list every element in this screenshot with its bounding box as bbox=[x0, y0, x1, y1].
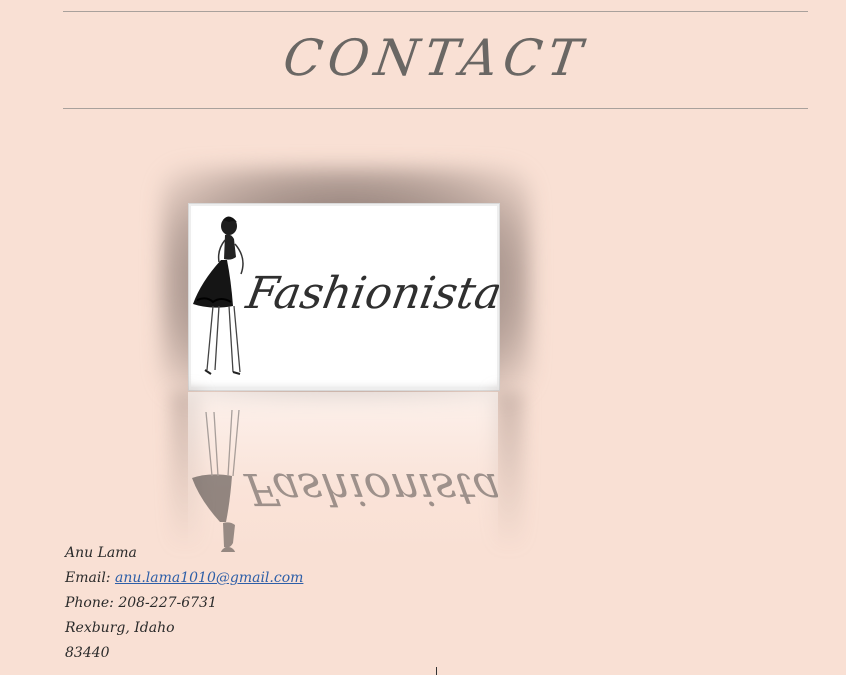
contact-zip: 83440 bbox=[65, 645, 110, 661]
email-link[interactable]: anu.lama1010@gmail.com bbox=[115, 570, 303, 586]
text-cursor bbox=[436, 667, 437, 675]
brand-name: Fashionista bbox=[242, 268, 500, 319]
brand-name-reflection: Fashionista bbox=[241, 463, 498, 514]
contact-phone: Phone: 208-227-6731 bbox=[65, 595, 217, 611]
email-label: Email: bbox=[65, 570, 115, 586]
reflection-content: Fashionista bbox=[188, 392, 498, 552]
bottom-divider bbox=[63, 108, 808, 109]
top-divider bbox=[63, 11, 808, 12]
page-title: CONTACT bbox=[279, 29, 592, 87]
brand-image[interactable]: Fashionista bbox=[188, 203, 500, 391]
contact-email-line: Email: anu.lama1010@gmail.com bbox=[65, 566, 303, 591]
contact-city: Rexburg, Idaho bbox=[65, 620, 175, 636]
reflection-shadow-right bbox=[494, 392, 524, 552]
contact-info: Anu Lama Email: anu.lama1010@gmail.com P… bbox=[65, 541, 303, 666]
image-reflection: Fashionista bbox=[188, 392, 498, 552]
contact-name: Anu Lama bbox=[65, 545, 137, 561]
